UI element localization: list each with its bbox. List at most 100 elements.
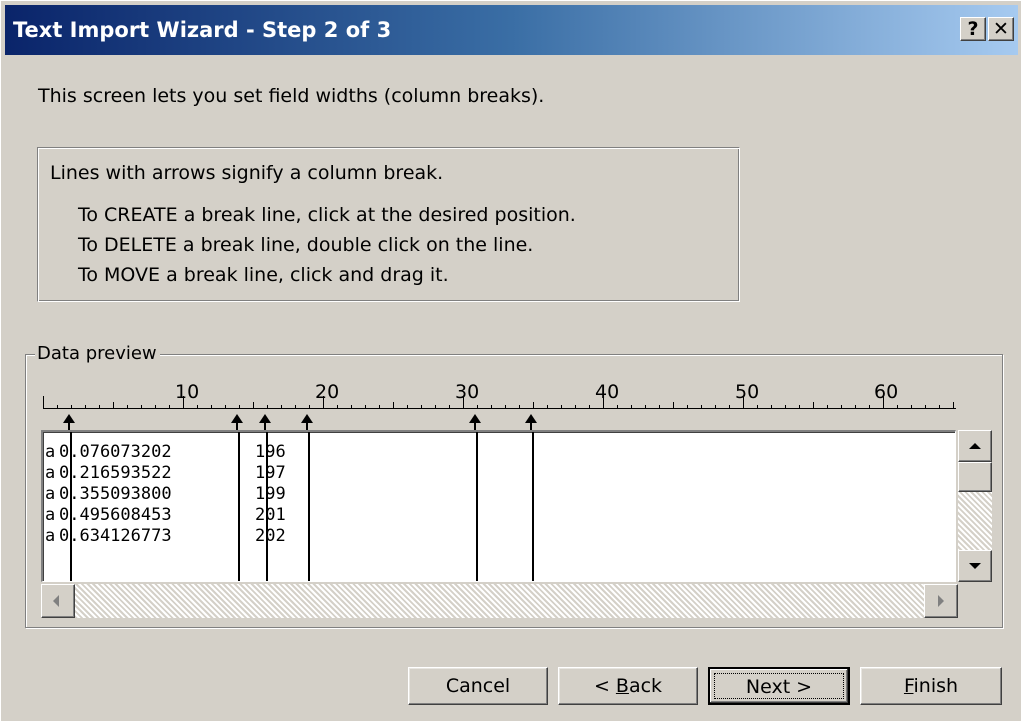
ruler-tick [911, 405, 912, 408]
ruler-tick [127, 405, 128, 408]
ruler-tick [575, 405, 576, 408]
preview-cell: 0.495608453 [59, 505, 172, 525]
ruler-tick [589, 405, 590, 408]
ruler-tick [295, 405, 296, 408]
next-label: Next > [714, 673, 844, 699]
ruler-label-60: 60 [874, 381, 899, 403]
arrow-up-icon [969, 443, 981, 449]
preview-row: a 0.634126773 202 [43, 526, 955, 547]
close-button[interactable]: ✕ [988, 17, 1014, 41]
ruler-tick [197, 405, 198, 408]
ruler-tick [155, 405, 156, 408]
ruler-tick [449, 405, 450, 408]
ruler-tick [225, 405, 226, 408]
ruler-tick [841, 405, 842, 408]
column-break-line[interactable] [476, 432, 478, 581]
ruler-label-40: 40 [595, 381, 620, 403]
column-break-line[interactable] [266, 432, 268, 581]
preview-cell: 196 [255, 442, 286, 462]
ruler-tick [281, 405, 282, 408]
column-break-line[interactable] [308, 432, 310, 581]
finish-rest: inish [913, 675, 959, 697]
ruler-label-50: 50 [735, 381, 760, 403]
preview-cell: 0.216593522 [59, 463, 172, 483]
finish-button[interactable]: Finish [860, 667, 1002, 705]
column-break-line[interactable] [238, 432, 240, 581]
data-preview-area[interactable]: a 0.076073202 196 a 0.216593522 197 a 0.… [41, 430, 956, 582]
instruction-delete: To DELETE a break line, double click on … [78, 234, 534, 256]
ruler-tick [715, 405, 716, 408]
cancel-button[interactable]: Cancel [408, 667, 548, 705]
next-button[interactable]: Next > [708, 667, 850, 705]
scroll-down-button[interactable] [958, 550, 992, 582]
ruler-tick [71, 405, 72, 408]
ruler-tick [253, 402, 254, 408]
ruler-tick [309, 405, 310, 408]
ruler-tick [407, 405, 408, 408]
ruler-tick [351, 405, 352, 408]
instructions-box: Lines with arrows signify a column break… [37, 147, 740, 302]
preview-row: a 0.355093800 199 [43, 484, 955, 505]
ruler-tick [85, 405, 86, 408]
ruler-tick [813, 402, 814, 408]
scroll-up-button[interactable] [958, 430, 992, 462]
ruler-label-10: 10 [175, 381, 200, 403]
ruler-tick [57, 405, 58, 408]
break-arrow-icon[interactable] [259, 414, 271, 423]
ruler-tick [897, 405, 898, 408]
preview-row: a 0.216593522 197 [43, 463, 955, 484]
column-break-line[interactable] [70, 432, 72, 581]
ruler-tick [211, 405, 212, 408]
ruler-tick [365, 405, 366, 408]
back-button[interactable]: < Back [558, 667, 698, 705]
ruler-tick [435, 405, 436, 408]
ruler-tick [785, 405, 786, 408]
ruler-tick [547, 405, 548, 408]
ruler-tick [169, 405, 170, 408]
ruler-tick [631, 405, 632, 408]
ruler-tick [659, 405, 660, 408]
scroll-left-button[interactable] [41, 584, 75, 618]
preview-cell: a [45, 463, 56, 483]
ruler-tick [883, 396, 884, 408]
ruler-tick [855, 405, 856, 408]
help-button[interactable]: ? [960, 17, 986, 41]
ruler-tick [491, 405, 492, 408]
vertical-scrollbar[interactable] [958, 430, 992, 582]
ruler-tick [393, 402, 394, 408]
preview-cell: 0.634126773 [59, 526, 172, 546]
column-break-line[interactable] [532, 432, 534, 581]
ruler-tick [771, 405, 772, 408]
close-icon: ✕ [993, 18, 1009, 40]
break-arrow-icon[interactable] [301, 414, 313, 423]
ruler-tick [617, 405, 618, 408]
title-bar[interactable]: Text Import Wizard - Step 2 of 3 ? ✕ [5, 5, 1018, 55]
break-arrow-icon[interactable] [525, 414, 537, 423]
preview-cell: 199 [255, 484, 286, 504]
data-preview-label: Data preview [35, 343, 160, 364]
preview-cell: a [45, 442, 56, 462]
ruler-tick [337, 405, 338, 408]
ruler-tick [113, 402, 114, 408]
ruler-tick [463, 396, 464, 408]
ruler-tick [421, 405, 422, 408]
ruler-tick [183, 396, 184, 408]
ruler-tick [869, 405, 870, 408]
vertical-scroll-thumb[interactable] [958, 462, 992, 492]
scroll-right-button[interactable] [924, 584, 958, 618]
break-arrow-icon[interactable] [231, 414, 243, 423]
ruler-tick [757, 405, 758, 408]
ruler-tick [953, 402, 954, 408]
preview-cell: 201 [255, 505, 286, 525]
horizontal-scrollbar[interactable] [41, 584, 958, 618]
ruler-tick [141, 405, 142, 408]
preview-cell: 0.076073202 [59, 442, 172, 462]
instructions-heading: Lines with arrows signify a column break… [50, 162, 444, 184]
ruler-tick [519, 405, 520, 408]
preview-cell: a [45, 526, 56, 546]
text-import-wizard-window: Text Import Wizard - Step 2 of 3 ? ✕ Thi… [0, 0, 1021, 721]
break-arrow-icon[interactable] [469, 414, 481, 423]
break-arrow-icon[interactable] [63, 414, 75, 423]
ruler-label-20: 20 [315, 381, 340, 403]
intro-text: This screen lets you set field widths (c… [38, 85, 545, 107]
